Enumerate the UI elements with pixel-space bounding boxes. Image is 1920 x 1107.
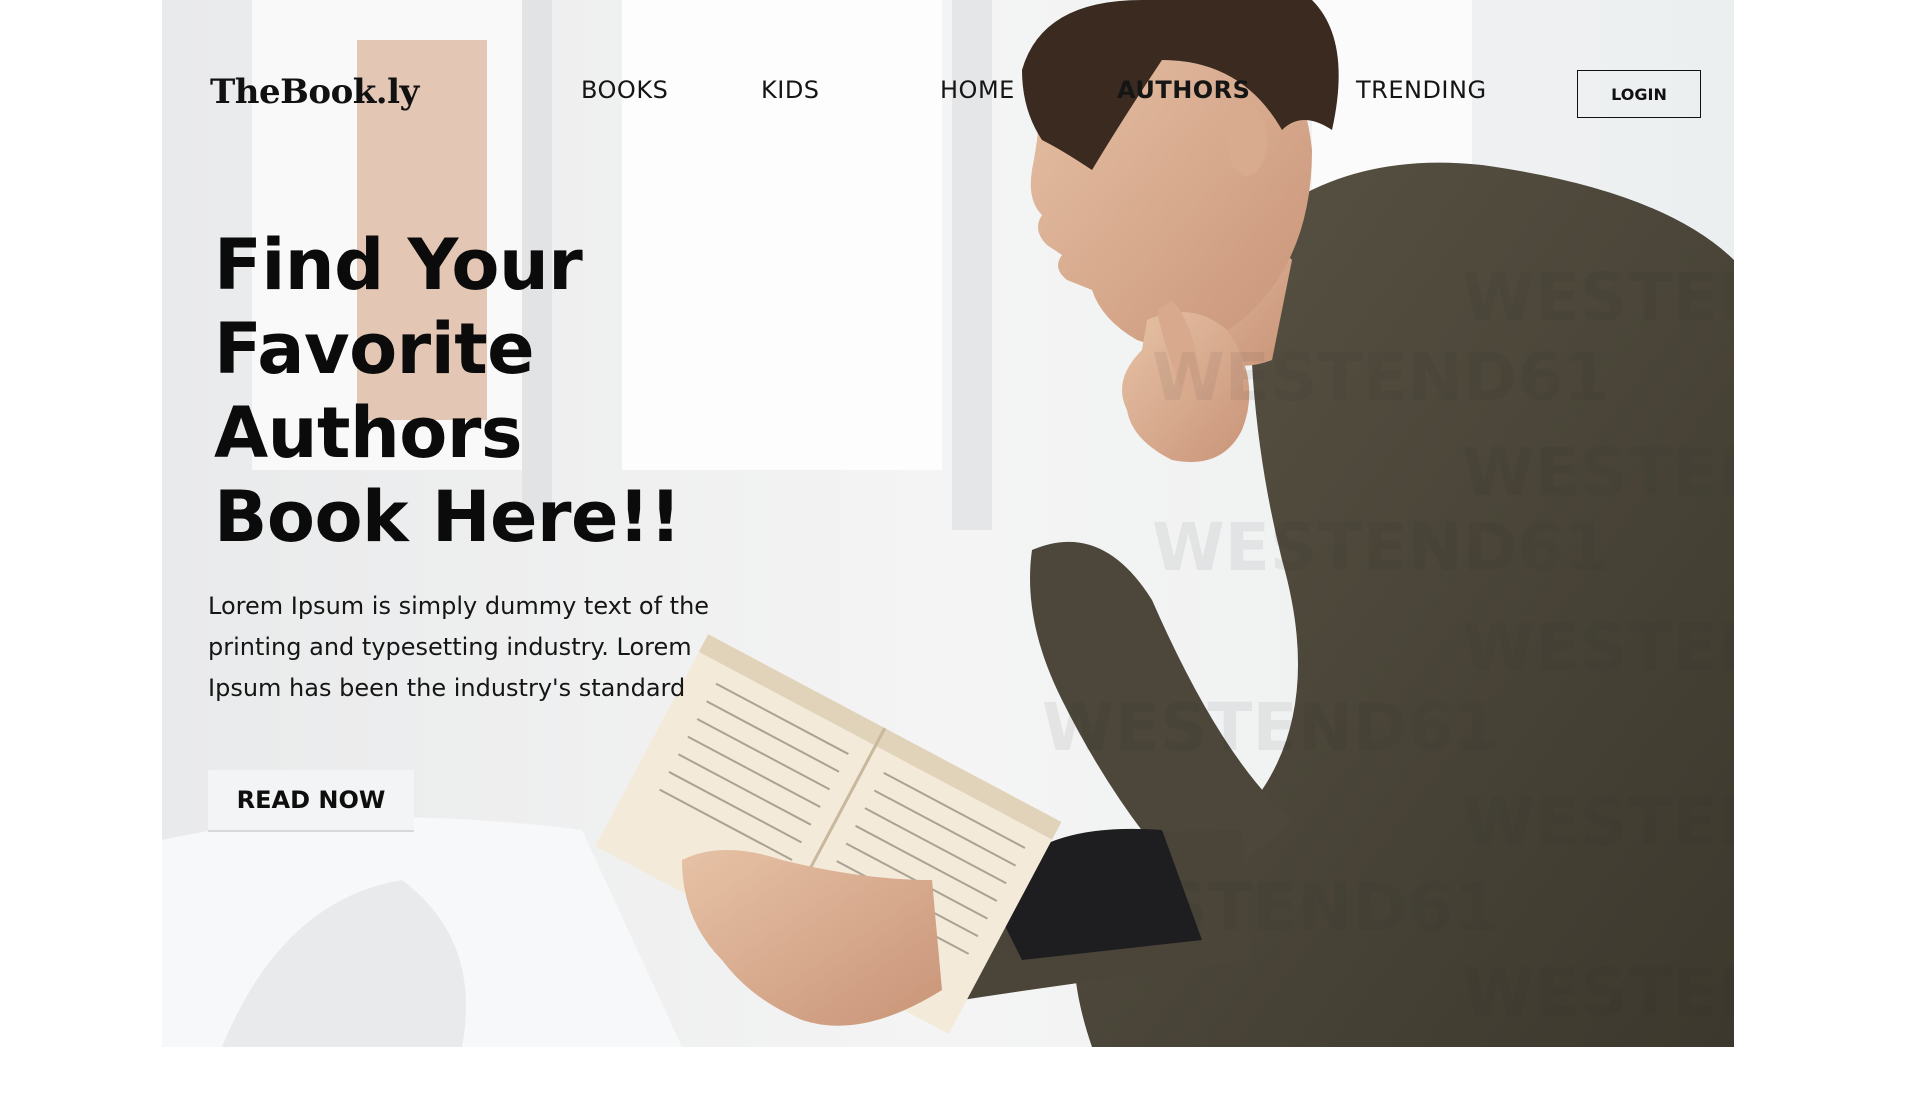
nav-item-home[interactable]: HOME bbox=[940, 76, 1015, 104]
svg-text:WESTEND61: WESTEND61 bbox=[1042, 689, 1499, 766]
svg-text:WESTEND61: WESTEND61 bbox=[1042, 869, 1499, 946]
read-now-button[interactable]: READ NOW bbox=[208, 770, 414, 832]
hero-description: Lorem Ipsum is simply dummy text of the … bbox=[208, 586, 748, 709]
svg-text:WESTEN: WESTEN bbox=[1462, 259, 1734, 336]
brand-logo[interactable]: TheBook.ly bbox=[210, 72, 419, 112]
svg-text:WESTEND61: WESTEND61 bbox=[1152, 339, 1609, 416]
svg-text:WESTEND61: WESTEND61 bbox=[1152, 509, 1609, 586]
nav-item-authors[interactable]: AUTHORS bbox=[1117, 76, 1250, 104]
headline-line: Authors bbox=[214, 392, 523, 474]
login-button[interactable]: LOGIN bbox=[1577, 70, 1701, 118]
headline-line: Book Here!! bbox=[214, 476, 681, 558]
description-line: Lorem Ipsum is simply dummy text of the bbox=[208, 592, 710, 620]
description-line: Ipsum has been the industry's standard bbox=[208, 674, 686, 702]
headline-line: Favorite bbox=[214, 308, 535, 390]
headline-line: Find Your bbox=[214, 224, 583, 306]
hero-headline: Find Your Favorite Authors Book Here!! bbox=[214, 223, 774, 559]
svg-text:WESTEN: WESTEN bbox=[1462, 954, 1734, 1031]
hero-section: WESTEN WESTEND61 WESTEN WESTEND61 WESTEN… bbox=[162, 0, 1734, 1047]
description-line: printing and typesetting industry. Lorem bbox=[208, 633, 692, 661]
nav-item-kids[interactable]: KIDS bbox=[761, 76, 820, 104]
nav-item-trending[interactable]: TRENDING bbox=[1356, 76, 1487, 104]
svg-text:WESTEN: WESTEN bbox=[1462, 434, 1734, 511]
svg-text:WESTEN: WESTEN bbox=[1462, 609, 1734, 686]
svg-text:WESTEN: WESTEN bbox=[1462, 784, 1734, 861]
nav-item-books[interactable]: BOOKS bbox=[581, 76, 668, 104]
